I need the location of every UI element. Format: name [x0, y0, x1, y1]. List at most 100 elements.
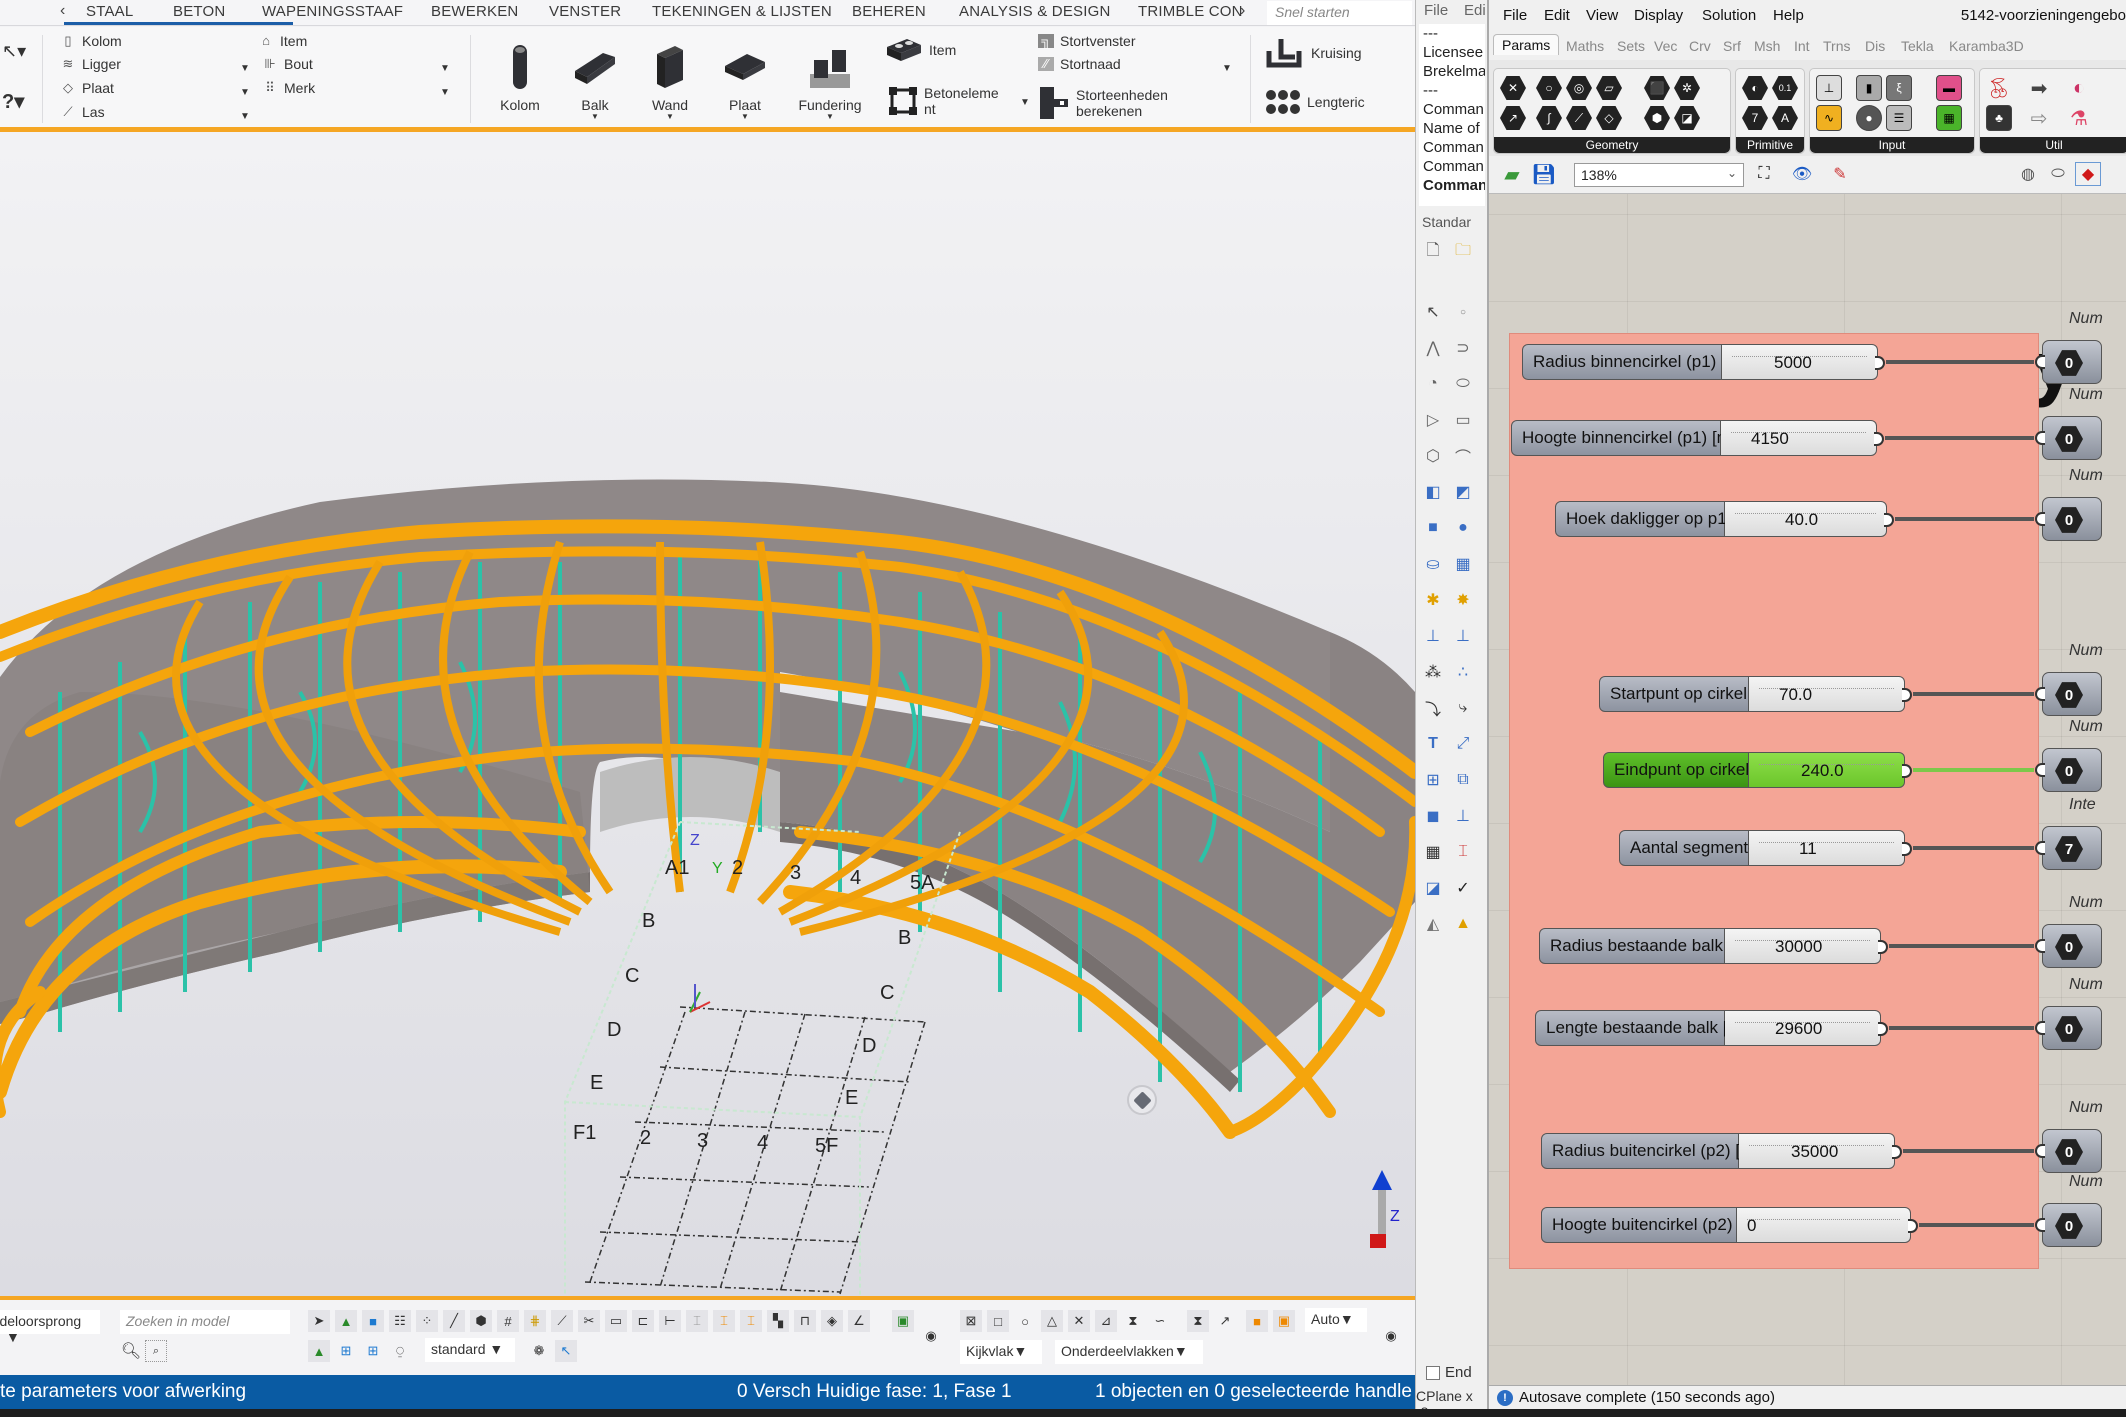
curve-tool-icon[interactable]: ⊃: [1450, 336, 1476, 360]
gh-tab-tekla[interactable]: Tekla: [1901, 38, 1934, 54]
osnap-end-checkbox[interactable]: End: [1426, 1364, 1472, 1381]
select-connection-icon[interactable]: ⊏: [632, 1310, 654, 1332]
gh-menu-view[interactable]: View: [1586, 7, 1618, 24]
tab-staal[interactable]: STAAL: [63, 3, 296, 25]
select-grid-icon[interactable]: #: [497, 1310, 519, 1332]
solid-tool-icon[interactable]: ◼: [1420, 804, 1446, 828]
select-angle-icon[interactable]: ∠: [848, 1310, 870, 1332]
gh-canvas[interactable]: Geometry Radius binnencirkel (p1) [mm]50…: [1489, 194, 2126, 1388]
param-node[interactable]: 0: [2035, 416, 2102, 460]
snap-center-icon[interactable]: ○: [1014, 1310, 1036, 1332]
concrete-kolom-button[interactable]: Kolom: [485, 43, 555, 113]
tabs-scroll-right-icon[interactable]: ›: [1240, 2, 1245, 20]
select-pour-icon[interactable]: ▚: [767, 1310, 789, 1332]
snap-plane-icon[interactable]: ■: [1246, 1310, 1268, 1332]
gh-gradient-icon[interactable]: ξ: [1886, 75, 1912, 101]
snap-extension-icon[interactable]: ⧗: [1122, 1310, 1144, 1332]
gh-tab-crv[interactable]: Crv: [1689, 38, 1711, 54]
select-line-icon[interactable]: ╱: [443, 1310, 465, 1332]
select-bolt-icon[interactable]: ⊢: [659, 1310, 681, 1332]
ellipse-tool-icon[interactable]: ⬭: [1450, 372, 1476, 396]
gh-param-brep-icon[interactable]: ⬢: [1644, 106, 1670, 130]
onderdeelvlakken-dropdown[interactable]: Onderdeelvlakken▼: [1055, 1340, 1203, 1364]
visibility-eye-icon[interactable]: ◉: [920, 1325, 942, 1347]
param-node[interactable]: 0: [2035, 1006, 2102, 1050]
point-tool-icon[interactable]: ○: [1450, 300, 1476, 324]
param-node[interactable]: 0: [2035, 340, 2102, 384]
snap-perpendicular-icon[interactable]: ⊿: [1095, 1310, 1117, 1332]
snap-visibility-eye-icon[interactable]: ◉: [1380, 1325, 1402, 1347]
bout-button[interactable]: ⊪ Bout: [262, 56, 312, 72]
input-grip[interactable]: [2035, 841, 2045, 855]
slider-track[interactable]: 0: [1737, 1207, 1918, 1243]
gh-param-number-icon[interactable]: 0.1: [1772, 76, 1798, 100]
snap-any-icon[interactable]: ∽: [1149, 1310, 1171, 1332]
number-slider[interactable]: Hoogte binnencirkel (p1) [mm] 4150: [1511, 420, 1884, 456]
array-tool-icon[interactable]: ⊞: [1420, 768, 1446, 792]
plaat-button[interactable]: ◇ Plaat: [60, 80, 114, 96]
tab-tekeningen-lijsten[interactable]: TEKENINGEN & LIJSTEN: [652, 3, 832, 20]
select-layers-icon[interactable]: ◈: [821, 1310, 843, 1332]
gh-tab-vec[interactable]: Vec: [1654, 38, 1677, 54]
gh-data-dam-icon[interactable]: ⇨: [2026, 105, 2052, 131]
number-slider[interactable]: Eindpunt op cirkel [º] 240.0: [1603, 752, 1912, 788]
new-file-icon[interactable]: 🗋: [1420, 240, 1446, 264]
gh-param-arc-icon[interactable]: ◎: [1566, 76, 1592, 100]
rhino-menu-edit[interactable]: Edi: [1464, 2, 1486, 19]
snap-midpoint-icon[interactable]: △: [1041, 1310, 1063, 1332]
select-view-icon[interactable]: ▭: [605, 1310, 627, 1332]
tab-trimble-connect[interactable]: TRIMBLE CON: [1138, 3, 1243, 20]
trim-tool-icon[interactable]: ⊥: [1420, 624, 1446, 648]
select-assembly-parts-icon[interactable]: ⊞: [335, 1340, 357, 1362]
gh-tab-int[interactable]: Int: [1794, 38, 1810, 54]
input-grip[interactable]: [2035, 512, 2045, 526]
concrete-plaat-button[interactable]: Plaat ▼: [710, 43, 780, 121]
select-rebar-icon[interactable]: ⌶: [686, 1310, 708, 1332]
select-component-objects-icon[interactable]: ▲: [308, 1340, 330, 1362]
input-grip[interactable]: [2035, 1144, 2045, 1158]
polygon-tool-icon[interactable]: ⬡: [1420, 444, 1446, 468]
bout-dropdown-icon[interactable]: ▼: [440, 63, 450, 74]
number-slider[interactable]: Lengte bestaande balk [mm] 29600: [1535, 1010, 1888, 1046]
view-cube-button[interactable]: [1127, 1085, 1157, 1115]
select-objects-in-assembly-icon[interactable]: ⊞: [362, 1340, 384, 1362]
input-grip[interactable]: [2035, 763, 2045, 777]
gh-zoom-extents-icon[interactable]: ⛶: [1751, 162, 1777, 186]
snap-override-icon[interactable]: ▣: [1273, 1310, 1295, 1332]
snap-line-icon[interactable]: ⧗: [1187, 1310, 1209, 1332]
gh-param-surface-icon[interactable]: ▱: [1596, 76, 1622, 100]
gh-tab-msh[interactable]: Msh: [1754, 38, 1780, 54]
slider-track[interactable]: 30000: [1725, 928, 1888, 964]
plaat-dropdown-icon[interactable]: ▼: [240, 87, 250, 98]
select-surface-icon[interactable]: ⊓: [794, 1310, 816, 1332]
gh-menu-file[interactable]: File: [1503, 7, 1527, 24]
polyline-tool-icon[interactable]: ⋀: [1420, 336, 1446, 360]
gh-preview-eye-icon[interactable]: 👁︎: [1789, 162, 1815, 186]
gh-param-plane-icon[interactable]: ◇: [1596, 106, 1622, 130]
tab-beton[interactable]: BETON: [173, 3, 225, 20]
tab-venster[interactable]: VENSTER: [549, 3, 621, 20]
gh-colour-picker-icon[interactable]: ▦: [1936, 105, 1962, 131]
gh-button-icon[interactable]: ●: [1856, 105, 1882, 131]
light-tool-icon[interactable]: ▲: [1450, 912, 1476, 936]
param-node[interactable]: 0: [2035, 748, 2102, 792]
sphere-tool-icon[interactable]: ●: [1450, 516, 1476, 540]
select-component-icon[interactable]: ▲: [335, 1310, 357, 1332]
edit-points-icon[interactable]: ⤵: [1420, 696, 1446, 720]
gh-save-icon[interactable]: 💾︎: [1531, 162, 1557, 186]
gh-shaded-preview-icon[interactable]: ◆: [2075, 162, 2101, 186]
gh-menu-display[interactable]: Display: [1634, 7, 1683, 24]
number-slider[interactable]: Radius bestaande balk [mm] 30000: [1539, 928, 1888, 964]
help-icon[interactable]: ?▾: [2, 89, 24, 114]
snap-free-icon[interactable]: ↗: [1214, 1310, 1236, 1332]
search-model-input[interactable]: Zoeken in model: [120, 1310, 290, 1334]
gh-slider-group[interactable]: [1509, 333, 2039, 1269]
storteenheden-button[interactable]: Storteenheden berekenen: [1038, 85, 1186, 121]
gh-tab-maths[interactable]: Maths: [1566, 38, 1604, 54]
gh-open-icon[interactable]: ▰: [1499, 162, 1525, 186]
gh-param-boolean-icon[interactable]: ◐: [1742, 76, 1768, 100]
gh-param-vector-icon[interactable]: ↗: [1500, 106, 1526, 130]
grid-array-icon[interactable]: ▦: [1420, 840, 1446, 864]
gh-param-line-icon[interactable]: ⟋: [1566, 106, 1592, 130]
mesh-tool-icon[interactable]: ▦: [1450, 552, 1476, 576]
